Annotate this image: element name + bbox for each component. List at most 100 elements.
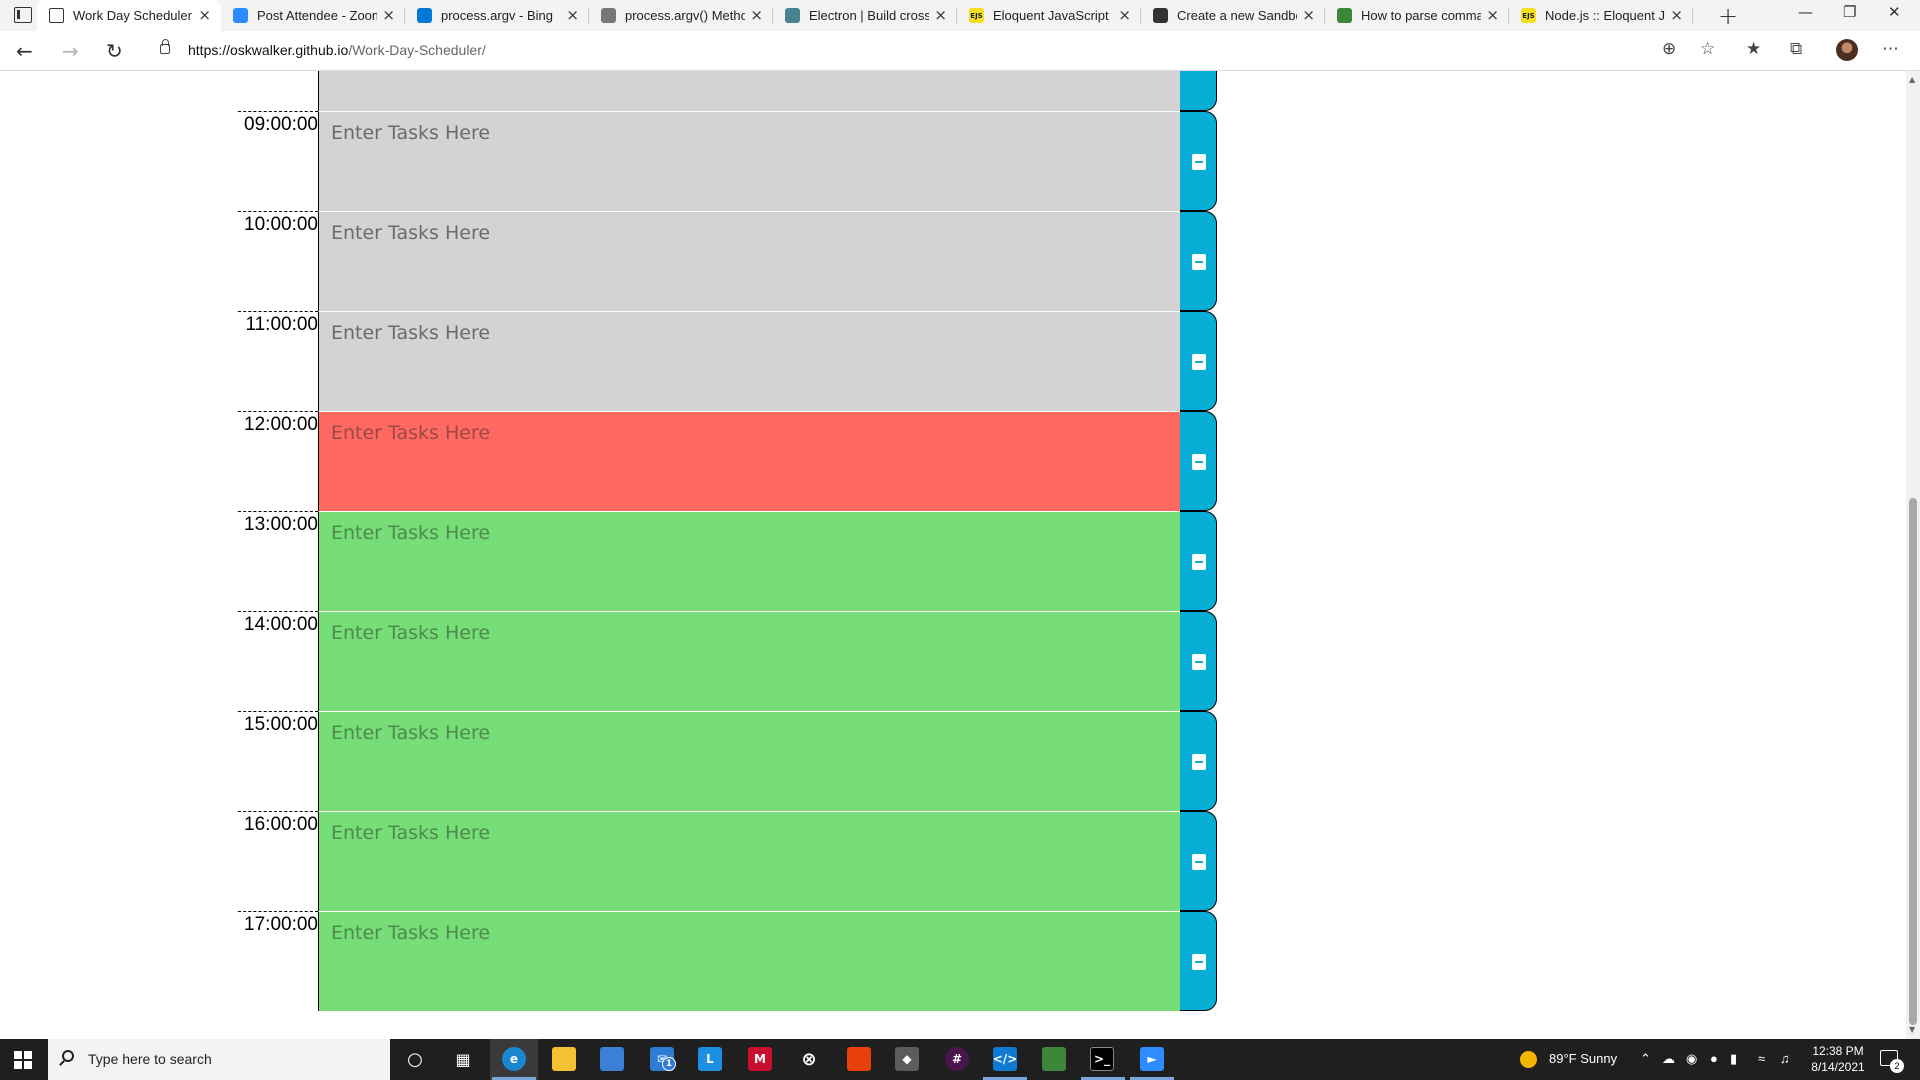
save-button[interactable] xyxy=(1180,911,1217,1011)
scroll-down-icon[interactable]: ▼ xyxy=(1909,1025,1915,1034)
save-button[interactable] xyxy=(1180,311,1217,411)
back-icon[interactable]: ← xyxy=(16,39,33,63)
browser-tab[interactable]: Electron | Build cross-p × xyxy=(773,0,957,31)
task-view-icon[interactable]: ▦ xyxy=(451,1047,475,1071)
save-button[interactable] xyxy=(1180,511,1217,611)
url-text[interactable]: https://oskwalker.github.io/Work-Day-Sch… xyxy=(188,42,486,58)
zoom-icon[interactable]: ⊕ xyxy=(1662,39,1676,59)
close-tab-icon[interactable]: × xyxy=(198,6,211,24)
favorites-icon[interactable]: ★ xyxy=(1746,39,1761,59)
save-icon xyxy=(1192,454,1206,470)
close-tab-icon[interactable]: × xyxy=(750,6,763,24)
microphone-icon[interactable]: ● xyxy=(1710,1051,1718,1066)
task-textarea[interactable]: Enter Tasks Here xyxy=(318,811,1180,911)
battery-icon[interactable]: ▮ xyxy=(1730,1051,1737,1067)
zoom-app-icon[interactable]: ► xyxy=(1140,1047,1164,1071)
close-tab-icon[interactable]: × xyxy=(1118,6,1131,24)
mail-badge: 1 xyxy=(662,1057,676,1071)
file-explorer-icon[interactable] xyxy=(552,1047,576,1071)
save-button[interactable] xyxy=(1180,711,1217,811)
more-menu-icon[interactable]: ⋯ xyxy=(1882,39,1899,59)
terminal-icon[interactable]: >_ xyxy=(1090,1047,1114,1071)
tab-title: Node.js :: Eloquent Jav xyxy=(1545,8,1665,23)
browser-tab[interactable]: EJS Node.js :: Eloquent Jav × xyxy=(1509,0,1693,31)
tab-actions-icon[interactable] xyxy=(14,7,32,23)
edge-icon[interactable]: e xyxy=(502,1047,526,1071)
close-tab-icon[interactable]: × xyxy=(934,6,947,24)
save-button[interactable] xyxy=(1180,411,1217,511)
cortana-icon[interactable]: ○ xyxy=(403,1047,427,1071)
scroll-up-icon[interactable]: ▲ xyxy=(1909,75,1915,84)
office-icon[interactable] xyxy=(847,1047,871,1071)
vscode-icon[interactable]: </> xyxy=(993,1047,1017,1071)
close-tab-icon[interactable]: × xyxy=(566,6,579,24)
tab-title: Post Attendee - Zoom xyxy=(257,8,377,23)
browser-tab[interactable]: process.argv() Method × xyxy=(589,0,773,31)
system-clock[interactable]: 12:38 PM 8/14/2021 xyxy=(1808,1043,1868,1075)
store-icon[interactable] xyxy=(600,1047,624,1071)
tab-title: Eloquent JavaScript xyxy=(993,8,1109,23)
forward-icon[interactable]: → xyxy=(62,39,79,63)
browser-tab[interactable]: Create a new Sandbox × xyxy=(1141,0,1325,31)
tab-bar: Work Day Scheduler × Post Attendee - Zoom ×… xyxy=(0,0,1920,31)
browser-tab[interactable]: EJS Eloquent JavaScript × xyxy=(957,0,1141,31)
slack-icon[interactable]: # xyxy=(945,1047,969,1071)
new-tab-button[interactable]: + xyxy=(1718,2,1738,30)
close-tab-icon[interactable]: × xyxy=(382,6,395,24)
windows-start-icon[interactable] xyxy=(14,1051,32,1069)
scroll-thumb[interactable] xyxy=(1909,498,1917,1025)
task-placeholder: Enter Tasks Here xyxy=(331,322,491,344)
profile-avatar[interactable] xyxy=(1836,39,1858,61)
browser-tab[interactable]: process.argv - Bing × xyxy=(405,0,589,31)
minimize-button[interactable]: — xyxy=(1798,3,1813,21)
close-window-button[interactable]: ✕ xyxy=(1888,3,1901,21)
close-tab-icon[interactable]: × xyxy=(1302,6,1315,24)
task-placeholder: Enter Tasks Here xyxy=(331,122,491,144)
gitkraken-icon[interactable]: ◆ xyxy=(895,1047,919,1071)
onedrive-icon[interactable]: ☁ xyxy=(1662,1051,1675,1067)
add-favorite-icon[interactable]: ☆ xyxy=(1700,39,1715,59)
task-textarea[interactable]: Enter Tasks Here xyxy=(318,611,1180,711)
task-textarea[interactable] xyxy=(318,71,1180,111)
task-textarea[interactable]: Enter Tasks Here xyxy=(318,911,1180,1011)
weather-sun-icon[interactable] xyxy=(1520,1051,1537,1068)
tray-chevron-icon[interactable]: ⌃ xyxy=(1640,1051,1651,1067)
save-icon xyxy=(1192,754,1206,770)
lync-icon[interactable]: L xyxy=(698,1047,722,1071)
url-field[interactable]: https://oskwalker.github.io/Work-Day-Sch… xyxy=(150,36,1710,66)
tab-title: Electron | Build cross-p xyxy=(809,8,929,23)
wifi-icon[interactable]: ≈ xyxy=(1758,1051,1765,1066)
save-button[interactable] xyxy=(1180,111,1217,211)
refresh-icon[interactable]: ↻ xyxy=(106,39,123,63)
taskbar-search[interactable]: Type here to search xyxy=(48,1039,390,1080)
task-textarea[interactable]: Enter Tasks Here xyxy=(318,511,1180,611)
volume-icon[interactable]: ♫ xyxy=(1780,1051,1790,1066)
mcafee-icon[interactable]: M xyxy=(748,1047,772,1071)
task-placeholder: Enter Tasks Here xyxy=(331,422,491,444)
browser-tab[interactable]: Post Attendee - Zoom × xyxy=(221,0,405,31)
task-textarea[interactable]: Enter Tasks Here xyxy=(318,211,1180,311)
close-tab-icon[interactable]: × xyxy=(1670,6,1683,24)
browser-tab[interactable]: Work Day Scheduler × xyxy=(37,0,221,31)
collections-icon[interactable]: ⧉ xyxy=(1790,39,1802,59)
save-button[interactable] xyxy=(1180,811,1217,911)
save-button[interactable] xyxy=(1180,611,1217,711)
lock-icon[interactable] xyxy=(160,39,170,54)
node-icon[interactable] xyxy=(1042,1047,1066,1071)
restore-button[interactable]: ❐ xyxy=(1843,3,1856,21)
task-textarea[interactable]: Enter Tasks Here xyxy=(318,711,1180,811)
task-textarea[interactable]: Enter Tasks Here xyxy=(318,111,1180,211)
close-tab-icon[interactable]: × xyxy=(1486,6,1499,24)
meet-now-icon[interactable]: ◉ xyxy=(1686,1051,1697,1067)
save-button[interactable] xyxy=(1180,71,1217,111)
task-textarea[interactable]: Enter Tasks Here xyxy=(318,311,1180,411)
browser-tab[interactable]: How to parse comman × xyxy=(1325,0,1509,31)
weather-text[interactable]: 89°F Sunny xyxy=(1549,1051,1617,1066)
time-block-row: 16:00:00 Enter Tasks Here xyxy=(238,811,1220,911)
electron-icon xyxy=(785,8,800,23)
xbox-icon[interactable]: ⊗ xyxy=(797,1047,821,1071)
task-textarea[interactable]: Enter Tasks Here xyxy=(318,411,1180,511)
task-placeholder: Enter Tasks Here xyxy=(331,522,491,544)
page-scrollbar[interactable]: ▲ ▼ xyxy=(1906,71,1920,1039)
save-button[interactable] xyxy=(1180,211,1217,311)
